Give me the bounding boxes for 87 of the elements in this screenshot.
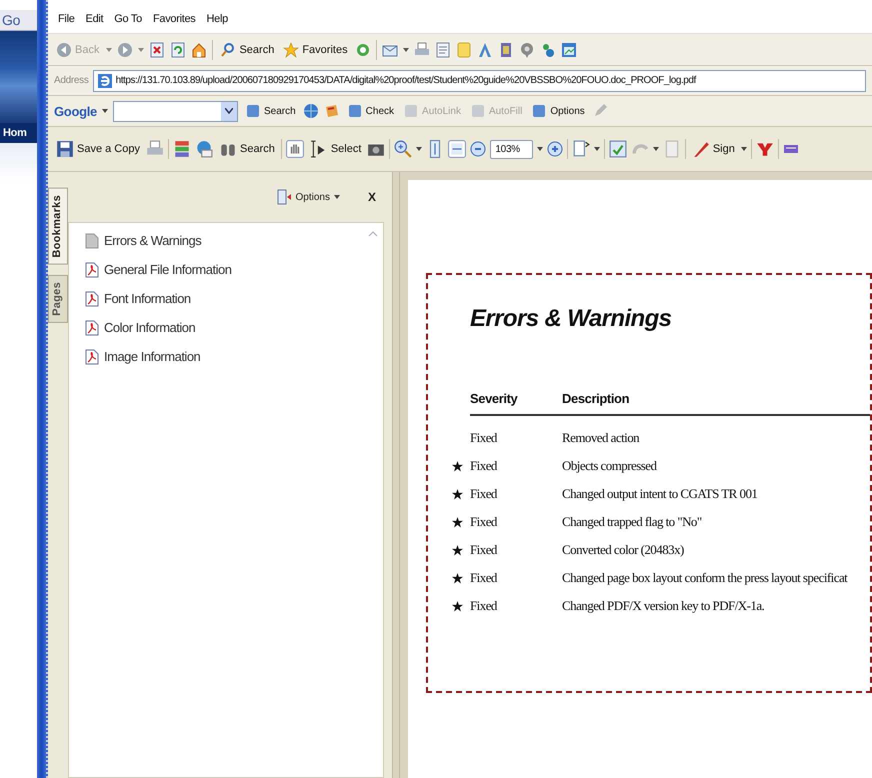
scroll-up-icon[interactable]: [367, 229, 379, 239]
list-icon: [276, 189, 292, 205]
search-icon: [220, 42, 236, 58]
search-field[interactable]: [112, 100, 238, 122]
save-copy-button[interactable]: Save a Copy: [54, 140, 142, 158]
zoom-in-icon[interactable]: [394, 140, 412, 158]
column-header: Severity: [470, 391, 518, 406]
bookmark-item[interactable]: General File Information: [104, 262, 232, 277]
zoom-field[interactable]: 103%: [490, 140, 533, 158]
square-icon: [403, 103, 420, 119]
caret-icon[interactable]: [652, 147, 659, 151]
severity-cell-text: Fixed: [470, 458, 498, 474]
square-icon: [346, 103, 363, 119]
star-icon: [283, 42, 300, 58]
panel-tab[interactable]: Pages: [48, 274, 68, 323]
square-icon: [244, 103, 261, 119]
severity-cell-text: Fixed: [470, 430, 498, 446]
spell-check-icon[interactable]: [608, 140, 627, 158]
pen-icon: [692, 140, 710, 158]
caret-icon[interactable]: [536, 147, 543, 151]
description-cell: Changed page box layout conform the press layout specificat: [562, 570, 848, 586]
square-icon: [531, 103, 548, 119]
caret-icon[interactable]: [594, 147, 600, 151]
search-button[interactable]: Search: [216, 140, 277, 158]
description-cell: Changed PDF/X version key to PDF/X-1a.: [562, 598, 764, 614]
address-label: Address: [54, 75, 89, 86]
search-button[interactable]: Search: [218, 42, 276, 58]
caret-icon[interactable]: [416, 147, 422, 151]
page-icon: [85, 232, 99, 248]
zoom-in-icon[interactable]: [546, 141, 563, 157]
sign-button[interactable]: Sign: [690, 140, 737, 158]
favorites-button[interactable]: Favorites: [281, 42, 350, 58]
nav-link[interactable]: Hom: [0, 123, 37, 143]
pdf-icon: [85, 348, 99, 364]
document-title: Errors & Warnings: [470, 305, 672, 333]
description-cell: Changed output intent to CGATS TR 001: [562, 486, 758, 502]
pdf-icon: [85, 262, 99, 278]
address-field[interactable]: https://131.70.103.89/upload/200607180929170453/DATA/digital%20proof/test/Student%20guide%20VBSSBO%20FOUO.doc_PROOF_log.pdf: [92, 70, 866, 92]
square-icon: [470, 103, 486, 119]
window-icon[interactable]: [560, 42, 577, 58]
google-toolbar-logo[interactable]: Google: [54, 104, 97, 118]
menu-item[interactable]: Edit: [86, 13, 104, 25]
severity-cell-text: Fixed: [470, 514, 498, 530]
home-icon[interactable]: [191, 42, 208, 58]
severity-cell-text: Fixed: [470, 486, 498, 502]
menu-item[interactable]: Favorites: [152, 13, 196, 25]
web-page-icon: [96, 72, 113, 88]
caret-icon[interactable]: [102, 109, 108, 113]
stop-icon[interactable]: [149, 42, 166, 58]
select-tool-button[interactable]: Select: [308, 140, 364, 158]
caret-icon: [334, 195, 340, 199]
bookmark-item[interactable]: Font Information: [104, 291, 191, 306]
panel-tab[interactable]: Bookmarks: [48, 188, 68, 265]
severity-cell-text: Fixed: [470, 570, 498, 586]
menu-item[interactable]: Go To: [114, 13, 142, 25]
severity-cell-text: Fixed: [470, 542, 498, 558]
menu-item[interactable]: Help: [206, 13, 228, 25]
zoom-out-icon[interactable]: [470, 141, 486, 157]
bookmark-item[interactable]: Errors & Warnings: [104, 233, 202, 248]
menu-item[interactable]: File: [58, 13, 75, 25]
caret-icon[interactable]: [740, 147, 747, 151]
description-cell: Removed action: [562, 430, 640, 446]
hand-tool-icon[interactable]: [286, 140, 304, 158]
bookmark-item[interactable]: Color Information: [104, 320, 196, 335]
pdf-icon: [85, 290, 99, 306]
description-cell: Converted color (20483x): [562, 542, 684, 558]
toolbar-button[interactable]: Search: [242, 103, 298, 119]
chat-bubble-icon[interactable]: [518, 42, 535, 58]
severity-cell-text: Fixed: [470, 598, 498, 614]
description-cell: Changed trapped flag to "No": [562, 514, 702, 530]
description-cell: Objects compressed: [562, 458, 656, 474]
refresh-icon[interactable]: [170, 42, 186, 58]
forward-icon[interactable]: [117, 42, 134, 58]
options-button[interactable]: Options: [270, 188, 346, 206]
pdf-icon: [85, 320, 99, 336]
globe-icon[interactable]: [302, 103, 319, 119]
bookmark-item[interactable]: Image Information: [104, 349, 200, 364]
toolbar-button[interactable]: Options: [529, 103, 587, 119]
page-rotate-icon[interactable]: [572, 140, 590, 158]
caret-icon[interactable]: [402, 48, 409, 52]
printer-icon[interactable]: [414, 42, 430, 58]
fit-width-icon[interactable]: [448, 140, 466, 158]
note-icon[interactable]: [456, 42, 472, 58]
document-icon[interactable]: [434, 42, 451, 58]
close-button[interactable]: X: [362, 189, 382, 205]
column-header: Description: [562, 391, 630, 406]
toolbar-button[interactable]: Check: [344, 103, 396, 119]
